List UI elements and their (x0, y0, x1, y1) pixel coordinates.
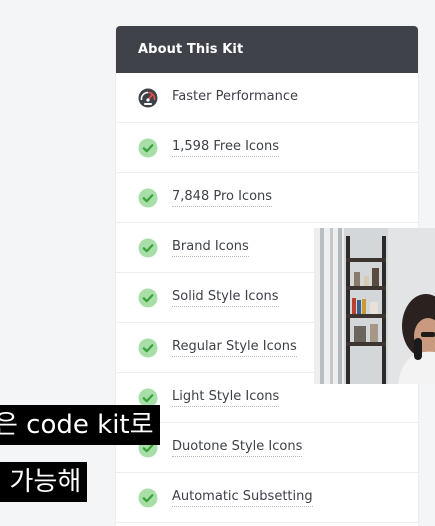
subtitle-line-1: 은 code kit로 (0, 405, 160, 445)
feature-item-pro-icons: 7,848 Pro Icons (116, 173, 418, 223)
check-circle-icon (138, 488, 158, 508)
feature-label: Automatic Subsetting (172, 489, 313, 507)
feature-item-faster-performance: Faster Performance (116, 73, 418, 123)
check-circle-icon (138, 238, 158, 258)
feature-item-automatic-subsetting: Automatic Subsetting (116, 473, 418, 523)
check-circle-icon (138, 138, 158, 158)
feature-label: Duotone Style Icons (172, 439, 303, 457)
webcam-overlay (314, 228, 435, 384)
check-circle-icon (138, 338, 158, 358)
feature-item-free-icons: 1,598 Free Icons (116, 123, 418, 173)
feature-label: Brand Icons (172, 239, 249, 257)
webcam-image (314, 228, 435, 384)
feature-label: Light Style Icons (172, 389, 280, 407)
check-circle-icon (138, 288, 158, 308)
panel-title: About This Kit (116, 26, 418, 73)
feature-label: Solid Style Icons (172, 289, 279, 307)
feature-item-duotone-style-icons: Duotone Style Icons (116, 423, 418, 473)
feature-label: 7,848 Pro Icons (172, 189, 273, 207)
subtitle-line-2: l 가능해 (0, 462, 88, 502)
feature-label: Faster Performance (172, 89, 298, 104)
feature-label: 1,598 Free Icons (172, 139, 280, 157)
feature-label: Regular Style Icons (172, 339, 297, 357)
check-circle-icon (138, 188, 158, 208)
speedometer-icon (138, 88, 158, 108)
